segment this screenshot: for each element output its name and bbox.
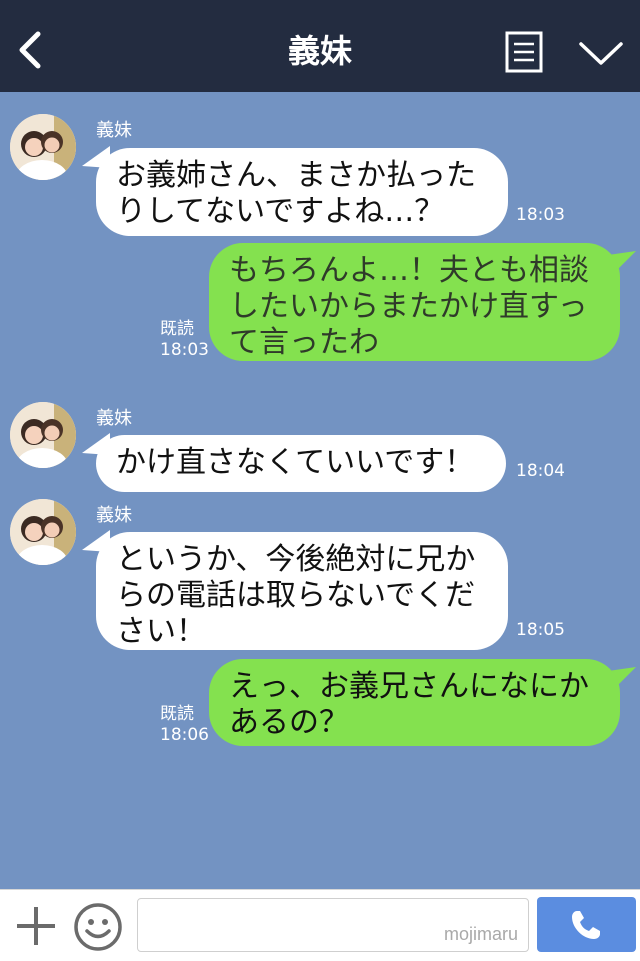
message-input[interactable]: mojimaru	[137, 898, 529, 952]
input-bar: mojimaru	[0, 889, 640, 961]
sender-name: 義妹	[96, 408, 132, 429]
read-receipt: 既読 18:03	[160, 319, 209, 361]
read-receipt: 既読 18:06	[160, 704, 209, 746]
message-time: 18:03	[516, 205, 565, 225]
document-icon[interactable]	[505, 31, 543, 73]
message-text: というか、今後絶対に兄からの電話は取らないでください！	[116, 542, 476, 649]
message-bubble: というか、今後絶対に兄からの電話は取らないでください！	[96, 532, 508, 650]
message-time: 18:03	[160, 340, 209, 360]
chat-title: 義妹	[287, 32, 352, 70]
sender-name: 義妹	[96, 505, 132, 526]
chevron-down-icon[interactable]	[578, 38, 624, 68]
message-time: 18:06	[160, 725, 209, 745]
sender-name: 義妹	[96, 120, 132, 141]
message-time: 18:05	[516, 620, 565, 640]
message-bubble: もちろんよ…！夫とも相談したいからまたかけ直すって言ったわ	[209, 243, 620, 361]
message-bubble: かけ直さなくていいです！	[96, 435, 506, 492]
avatar[interactable]	[10, 402, 76, 468]
read-label: 既読	[160, 319, 194, 339]
message-text: えっ、お義兄さんになにかあるの？	[229, 669, 589, 740]
read-label: 既読	[160, 704, 194, 724]
call-button[interactable]	[537, 897, 636, 952]
message-bubble: お義姉さん、まさか払ったりしてないですよね…？	[96, 148, 508, 236]
chat-header: 義妹	[0, 0, 640, 92]
avatar[interactable]	[10, 114, 76, 180]
message-bubble: えっ、お義兄さんになにかあるの？	[209, 659, 620, 746]
avatar[interactable]	[10, 499, 76, 565]
message-text: お義姉さん、まさか払ったりしてないですよね…？	[116, 158, 476, 229]
message-time: 18:04	[516, 461, 565, 481]
message-list: 義妹 お義姉さん、まさか払ったりしてないですよね…？ 18:03 既読 18:0…	[0, 92, 640, 889]
phone-icon	[572, 911, 600, 939]
message-text: かけ直さなくていいです！	[116, 445, 475, 480]
smiley-icon[interactable]	[73, 902, 123, 952]
message-text: もちろんよ…！夫とも相談したいからまたかけ直すって言ったわ	[229, 253, 589, 360]
watermark: mojimaru	[443, 924, 518, 944]
plus-icon[interactable]	[14, 904, 58, 948]
